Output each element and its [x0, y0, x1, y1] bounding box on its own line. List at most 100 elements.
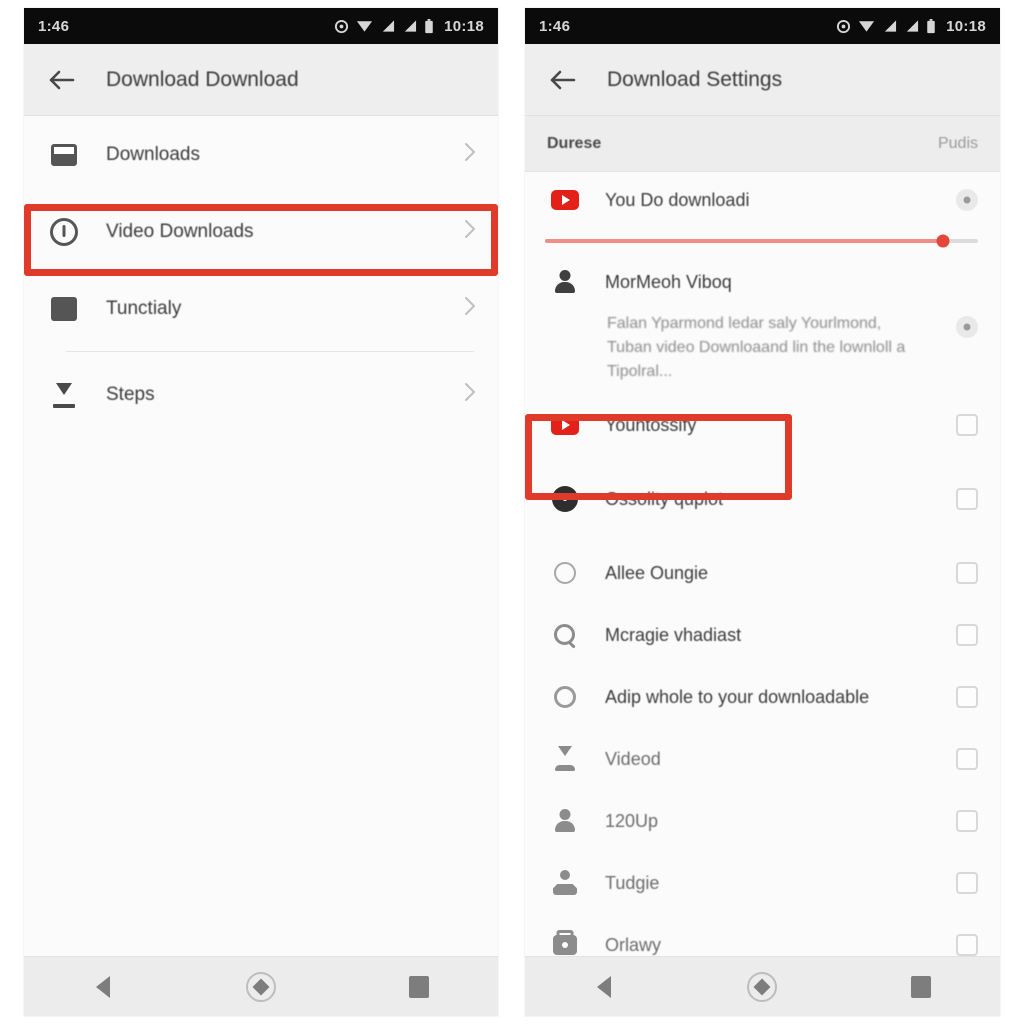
- list-item-orlawy[interactable]: Orlawy: [525, 914, 1000, 956]
- list-item-description: Falan Yparmond ledar saly Yourlmond, Tub…: [607, 315, 906, 380]
- nav-recents-icon[interactable]: [384, 965, 454, 1009]
- right-phone-panel: 1:46 10:18 Download Settings Durese Pudi…: [525, 8, 1000, 1016]
- status-bar-time: 10:18: [946, 17, 986, 35]
- slider-track: [545, 234, 978, 248]
- chevron-right-icon: [464, 296, 476, 321]
- checkbox[interactable]: [956, 872, 978, 894]
- checkbox[interactable]: [956, 934, 978, 956]
- left-menu-list: Downloads Video Downloads Tunctialy Step…: [24, 116, 498, 956]
- android-nav-bar-right: [525, 956, 1000, 1016]
- download-icon: [44, 382, 84, 408]
- list-item-ossolity-quplot[interactable]: Ossolity quplot: [525, 456, 1000, 542]
- list-divider: [66, 351, 474, 352]
- nav-home-icon[interactable]: [727, 965, 797, 1009]
- download-progress-slider[interactable]: [525, 228, 1000, 254]
- card-icon: [44, 143, 84, 166]
- page-title: Download Download: [106, 67, 299, 91]
- screenshot-root: 1:46 10:18 Download Download Downloads V…: [0, 0, 1024, 1024]
- slider-thumb[interactable]: [936, 234, 950, 248]
- nav-back-icon[interactable]: [68, 965, 138, 1009]
- checkbox[interactable]: [956, 488, 978, 510]
- list-item-label: 120Up: [605, 810, 659, 831]
- slider-fill: [545, 239, 944, 243]
- chevron-right-icon: [464, 142, 476, 167]
- sidebar-item-downloads[interactable]: Downloads: [24, 116, 498, 193]
- checkbox[interactable]: [956, 748, 978, 770]
- more-options-button[interactable]: [956, 189, 978, 211]
- status-bar-time: 10:18: [444, 17, 484, 35]
- square-icon: [44, 296, 84, 321]
- wifi-icon: [859, 21, 875, 32]
- nav-recents-icon[interactable]: [886, 965, 956, 1009]
- sidebar-item-steps[interactable]: Steps: [24, 356, 498, 433]
- right-app-bar: Download Settings: [525, 44, 1000, 116]
- info-circle-icon: [545, 486, 585, 512]
- checkbox[interactable]: [956, 414, 978, 436]
- youtube-icon: [545, 190, 585, 210]
- left-app-bar: Download Download: [24, 44, 498, 116]
- list-item-featured[interactable]: You Do downloadi: [525, 172, 1000, 228]
- download-person-icon: [545, 746, 585, 772]
- person-icon: [545, 269, 585, 295]
- list-item-label: MorMeoh Viboq: [605, 271, 732, 292]
- sidebar-item-tunctialy[interactable]: Tunctialy: [24, 270, 498, 347]
- list-item-adip-whole[interactable]: Adip whole to your downloadable: [525, 666, 1000, 728]
- nav-back-icon[interactable]: [569, 965, 639, 1009]
- sidebar-item-label: Video Downloads: [106, 220, 254, 242]
- person-light-icon: [545, 808, 585, 834]
- back-arrow-icon[interactable]: [42, 60, 82, 100]
- youtube-icon: [545, 415, 585, 435]
- list-item-120up[interactable]: 120Up: [525, 790, 1000, 852]
- search-icon: [545, 622, 585, 648]
- ring-icon: [545, 686, 585, 708]
- checkbox[interactable]: [956, 810, 978, 832]
- sidebar-item-label: Tunctialy: [106, 297, 182, 319]
- checkbox[interactable]: [956, 562, 978, 584]
- status-bar-icons: 10:18: [836, 18, 986, 35]
- status-bar-left: 1:46 10:18: [24, 8, 498, 44]
- signal-icon: [906, 20, 919, 32]
- signal-icon: [404, 20, 417, 32]
- sidebar-item-video-downloads[interactable]: Video Downloads: [24, 193, 498, 270]
- nav-home-icon[interactable]: [226, 965, 296, 1009]
- group-icon: [545, 870, 585, 896]
- settings-list: You Do downloadi MorMeoh Viboq Falan Ypa…: [525, 172, 1000, 956]
- list-item-label: Yountossify: [605, 414, 697, 435]
- list-item-yountossify[interactable]: Yountossify: [525, 394, 1000, 456]
- list-item-label: Videod: [605, 748, 661, 769]
- ring-icon: [545, 562, 585, 584]
- list-item-label: Ossolity quplot: [605, 488, 724, 509]
- chevron-right-icon: [464, 219, 476, 244]
- status-bar-left-text: 1:46: [539, 17, 571, 35]
- battery-icon: [927, 18, 935, 33]
- list-item-label: Orlawy: [605, 934, 662, 955]
- sidebar-item-label: Downloads: [106, 143, 200, 165]
- location-icon: [335, 19, 349, 33]
- list-item-videod[interactable]: Videod: [525, 728, 1000, 790]
- wifi-icon: [357, 21, 373, 32]
- checkbox[interactable]: [956, 624, 978, 646]
- android-nav-bar-left: [24, 956, 498, 1016]
- list-item-mcragie-vhadiast[interactable]: Mcragie vhadiast: [525, 604, 1000, 666]
- list-item-label: Allee Oungie: [605, 562, 709, 583]
- section-header: Durese Pudis: [525, 116, 1000, 172]
- status-bar-icons: 10:18: [334, 18, 484, 35]
- chevron-right-icon: [464, 382, 476, 407]
- battery-icon: [425, 18, 433, 33]
- list-item-label: You Do downloadi: [605, 189, 750, 210]
- section-header-right-label[interactable]: Pudis: [938, 135, 978, 153]
- list-item-label: Adip whole to your downloadable: [605, 686, 870, 707]
- signal-icon: [884, 20, 897, 32]
- more-options-button[interactable]: [956, 316, 978, 338]
- list-item-label: Tudgie: [605, 872, 660, 893]
- status-bar-right: 1:46 10:18: [525, 8, 1000, 44]
- back-arrow-icon[interactable]: [543, 60, 583, 100]
- list-item-tudgie[interactable]: Tudgie: [525, 852, 1000, 914]
- status-bar-left-text: 1:46: [38, 17, 70, 35]
- list-item-allee-oungie[interactable]: Allee Oungie: [525, 542, 1000, 604]
- list-item-second[interactable]: MorMeoh Viboq: [525, 254, 1000, 310]
- section-header-left-label: Durese: [547, 134, 602, 152]
- list-item-label: Mcragie vhadiast: [605, 624, 742, 645]
- checkbox[interactable]: [956, 686, 978, 708]
- briefcase-icon: [545, 935, 585, 955]
